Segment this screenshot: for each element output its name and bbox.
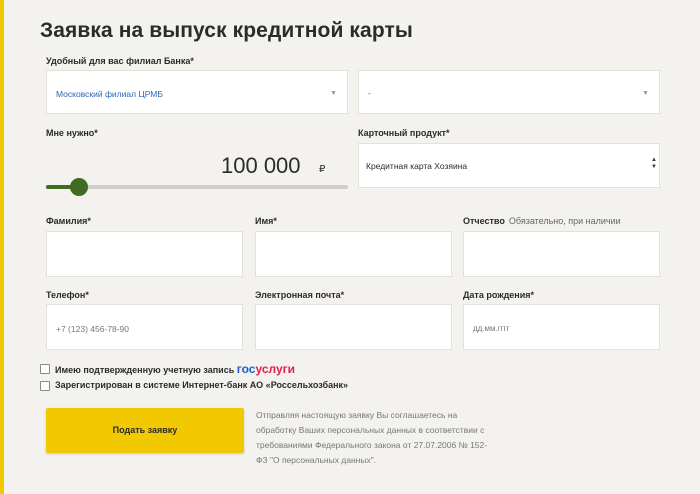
accent-bar <box>0 0 4 494</box>
card-product-value: Кредитная карта Хозяина <box>366 161 468 171</box>
name-field[interactable] <box>255 231 452 277</box>
branch-office-select-value: - <box>368 88 371 98</box>
email-field[interactable] <box>255 304 452 350</box>
patronymic-hint: Обязательно, при наличии <box>508 216 621 226</box>
chevron-down-icon: ▼ <box>330 90 337 97</box>
consent-line-3: требованиями Федерального закона от 27.0… <box>256 440 488 450</box>
amount-slider-handle[interactable] <box>70 178 89 196</box>
branch-office-select[interactable]: - ▼ <box>358 70 660 114</box>
submit-button-label: Подать заявку <box>112 425 178 435</box>
consent-line-4: ФЗ "О персональных данных". <box>256 455 377 465</box>
phone-placeholder: +7 (123) 456-78-90 <box>56 324 130 334</box>
chevron-down-icon: ▼ <box>642 90 649 97</box>
gosuslugi-logo-part1: гос <box>236 362 256 376</box>
birthdate-label: Дата рождения* <box>463 290 535 300</box>
phone-field[interactable]: +7 (123) 456-78-90 <box>46 304 243 350</box>
consent-text: Отправляя настоящую заявку Вы соглашаете… <box>256 408 508 468</box>
gosuslugi-logo-part2: услуги <box>255 362 296 376</box>
email-label: Электронная почта* <box>255 290 345 300</box>
branch-label: Удобный для вас филиал Банка* <box>46 56 194 66</box>
consent-line-1: Отправляя настоящую заявку Вы соглашаете… <box>256 410 458 420</box>
phone-label: Телефон* <box>46 290 89 300</box>
card-product-select[interactable]: Кредитная карта Хозяина ▲ ▼ <box>358 143 660 188</box>
currency-sign: ₽ <box>319 164 326 175</box>
patronymic-label-text: Отчество <box>463 216 505 226</box>
patronymic-label: Отчество Обязательно, при наличии <box>463 216 621 226</box>
name-label: Имя* <box>255 216 277 226</box>
surname-label: Фамилия* <box>46 216 91 226</box>
internet-bank-checkbox[interactable] <box>40 381 50 391</box>
birthdate-placeholder: дд.мм.гггг <box>473 324 510 333</box>
card-product-label: Карточный продукт* <box>358 128 450 138</box>
consent-line-2: обработку Ваших персональных данных в со… <box>256 425 485 435</box>
amount-slider-track[interactable] <box>46 185 348 189</box>
branch-select[interactable]: Московский филиал ЦРМБ ▼ <box>46 70 348 114</box>
gosuslugi-label: Имею подтвержденную учетную запись госус… <box>55 362 295 376</box>
internet-bank-label: Зарегистрирован в системе Интернет-банк … <box>55 380 349 390</box>
page-title: Заявка на выпуск кредитной карты <box>40 19 413 42</box>
amount-value: 100 000 <box>221 153 301 178</box>
branch-select-value: Московский филиал ЦРМБ <box>56 89 163 99</box>
select-sort-icon: ▲ ▼ <box>651 157 657 170</box>
birthdate-field[interactable]: дд.мм.гггг <box>463 304 660 350</box>
patronymic-field[interactable] <box>463 231 660 277</box>
submit-button[interactable]: Подать заявку <box>46 408 244 453</box>
gosuslugi-checkbox[interactable] <box>40 364 50 374</box>
amount-label: Мне нужно* <box>46 128 98 138</box>
surname-field[interactable] <box>46 231 243 277</box>
gosuslugi-label-text: Имею подтвержденную учетную запись <box>55 365 235 375</box>
